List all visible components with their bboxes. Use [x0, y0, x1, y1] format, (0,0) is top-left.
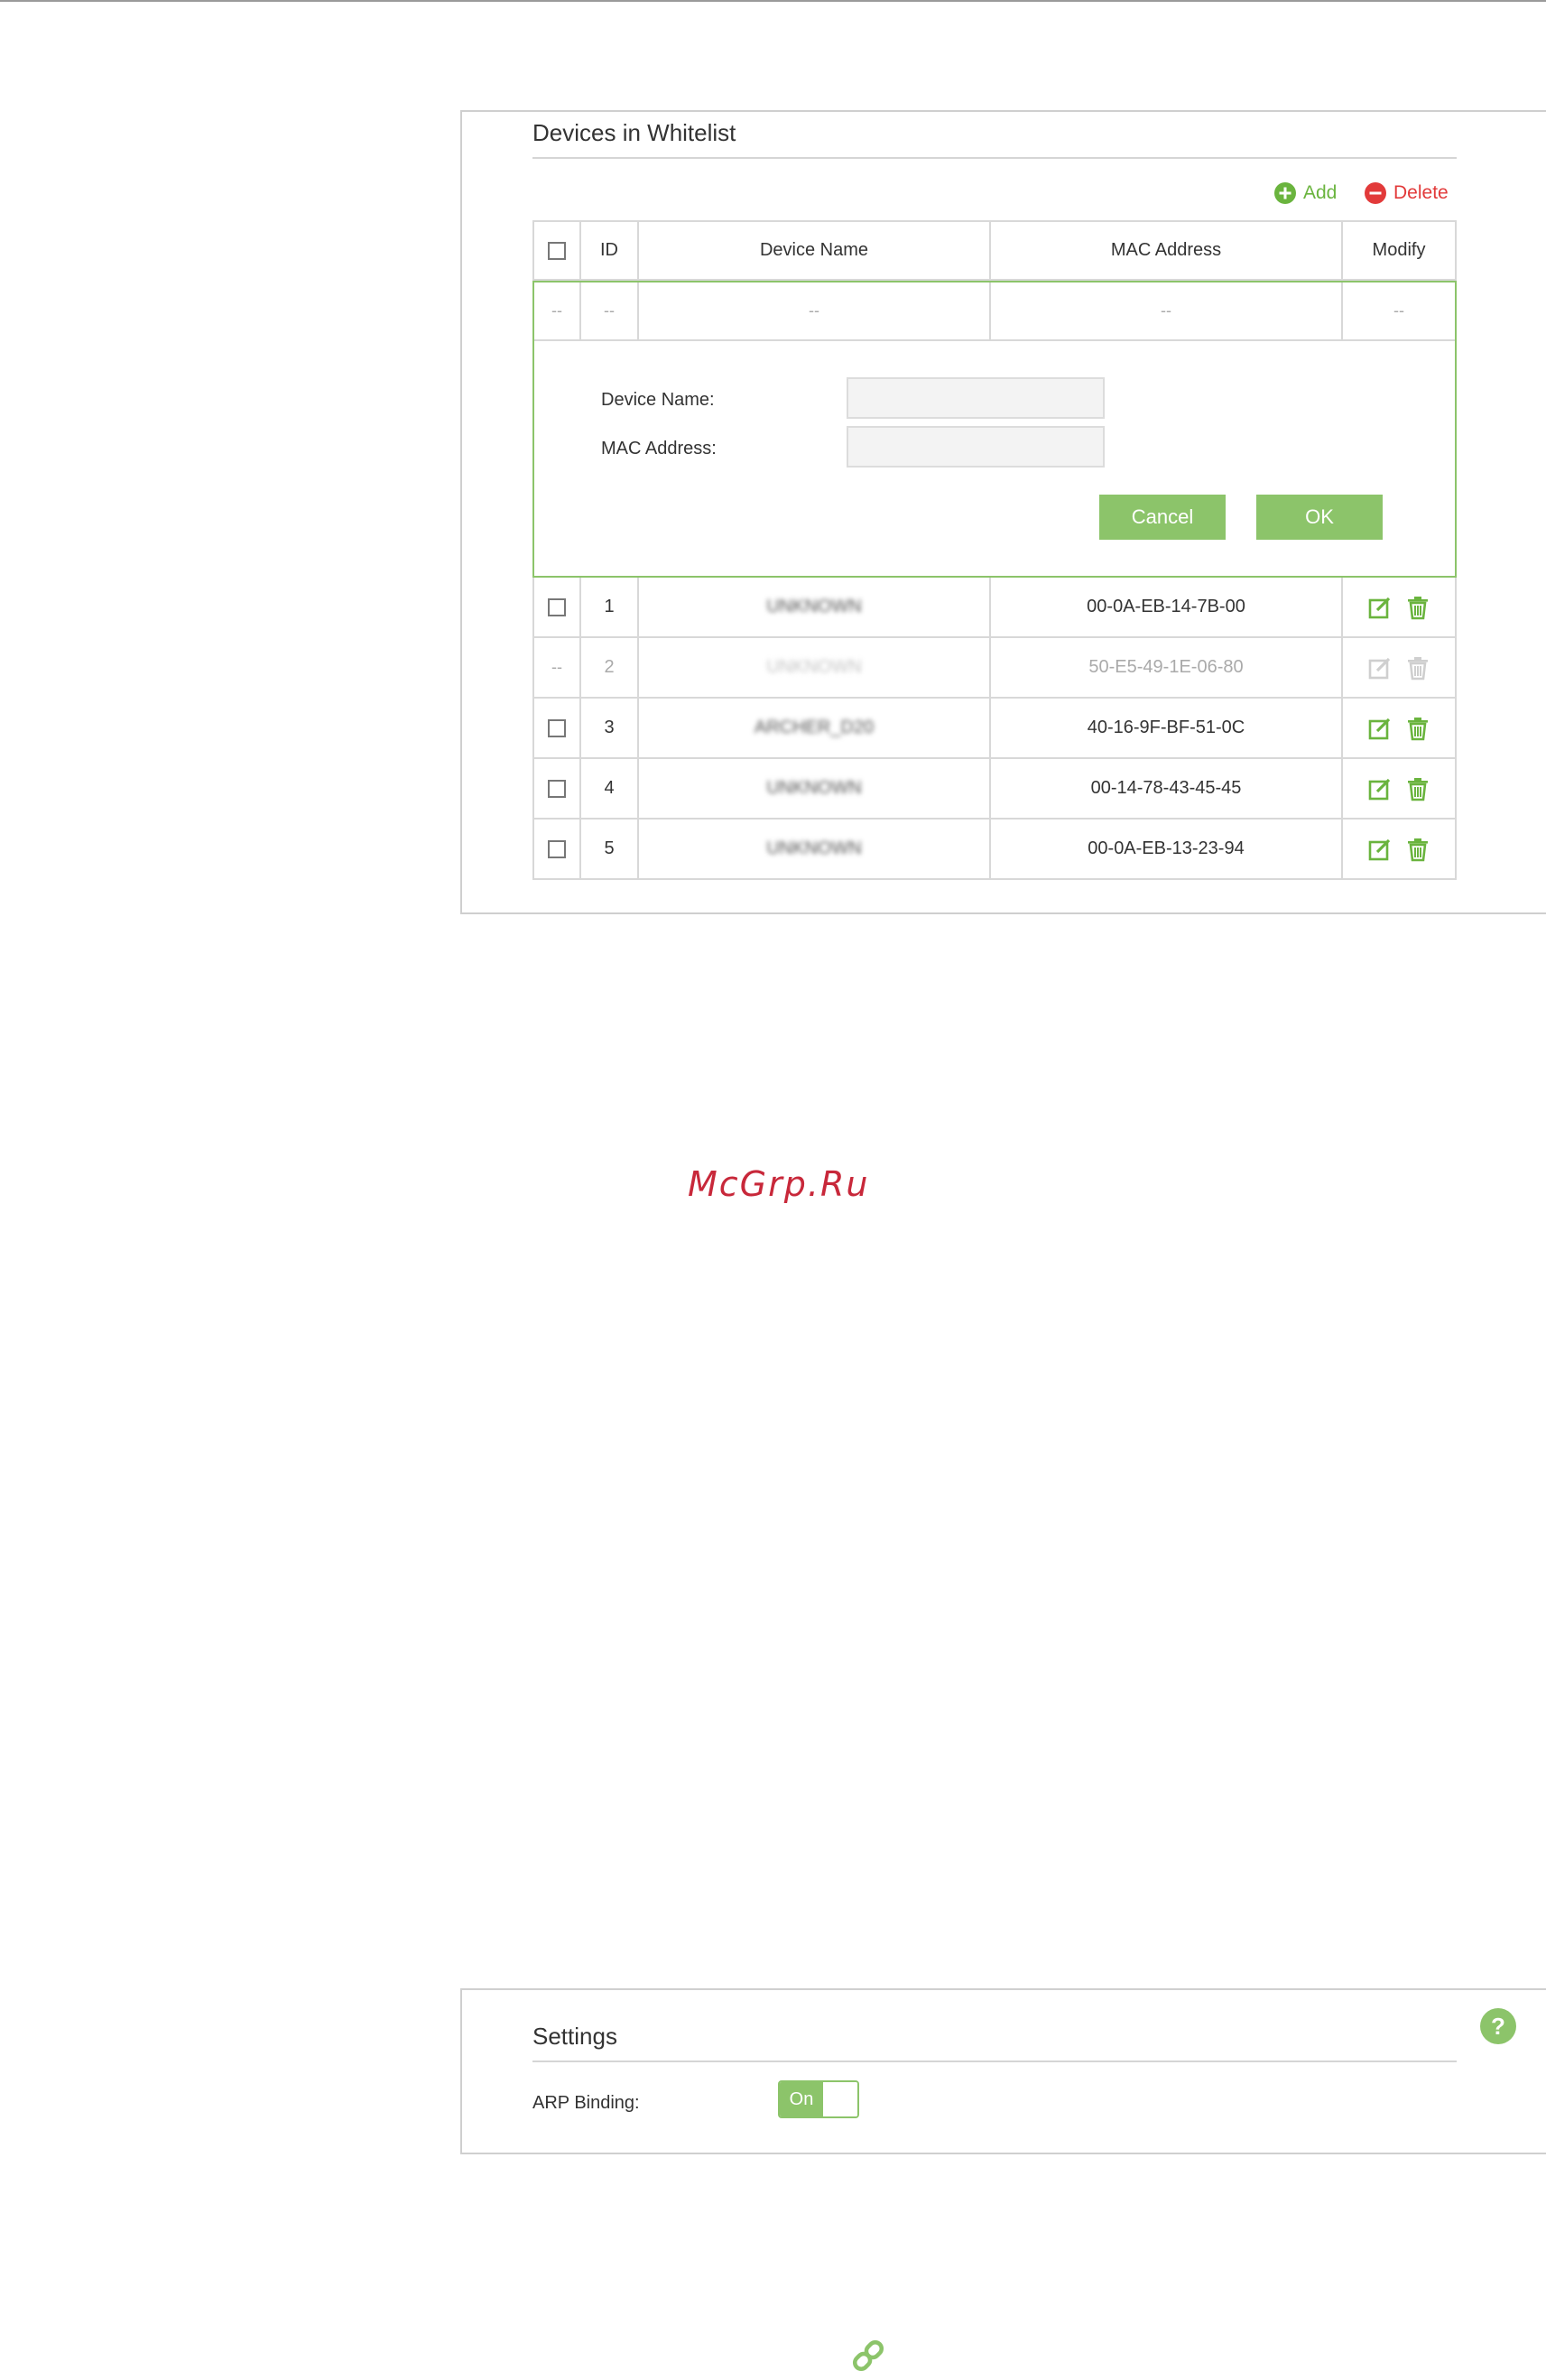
arp-binding-toggle[interactable]: On	[778, 2080, 859, 2118]
question-icon[interactable]: ?	[1480, 2008, 1516, 2044]
device-name-text: UNKNOWN	[766, 778, 862, 798]
plus-circle-icon	[1274, 182, 1296, 204]
row-mac: 00-14-78-43-45-45	[991, 759, 1343, 818]
row-checkbox[interactable]	[548, 597, 566, 616]
edit-icon[interactable]	[1367, 595, 1393, 620]
new-row-id: --	[581, 282, 639, 339]
link-icon[interactable]	[848, 2336, 888, 2375]
row-modify	[1343, 820, 1455, 878]
device-name-text: UNKNOWN	[766, 838, 862, 858]
row-modify	[1343, 638, 1455, 697]
header-device-name: Device Name	[639, 222, 991, 279]
new-row-mac: --	[991, 282, 1343, 339]
row-select-cell	[534, 699, 581, 757]
edit-icon[interactable]	[1367, 837, 1393, 862]
header-id: ID	[581, 222, 639, 279]
row-mac: 50-E5-49-1E-06-80	[991, 638, 1343, 697]
add-entry-section: -- -- -- -- -- Device Name: MAC Address:…	[532, 281, 1457, 578]
edit-icon	[1367, 655, 1393, 681]
header-select-cell	[534, 222, 581, 279]
row-id: 4	[581, 759, 639, 818]
table-row: 3 ARCHER_D20 40-16-9F-BF-51-0C	[532, 699, 1457, 759]
trash-icon[interactable]	[1405, 837, 1430, 862]
row-mac: 40-16-9F-BF-51-0C	[991, 699, 1343, 757]
row-select-cell	[534, 578, 581, 636]
watermark-text: McGrp.Ru	[688, 1164, 870, 1204]
device-name-label: Device Name:	[601, 390, 715, 410]
row-modify	[1343, 759, 1455, 818]
add-button[interactable]: Add	[1274, 182, 1337, 204]
delete-button[interactable]: Delete	[1365, 182, 1449, 204]
title-divider	[532, 157, 1457, 159]
row-checkbox[interactable]	[548, 718, 566, 737]
new-row-name: --	[639, 282, 991, 339]
cancel-button[interactable]: Cancel	[1099, 495, 1226, 540]
trash-icon[interactable]	[1405, 776, 1430, 801]
row-device-name: ARCHER_D20	[639, 699, 991, 757]
row-modify	[1343, 699, 1455, 757]
mac-address-label: MAC Address:	[601, 439, 717, 458]
row-id: 3	[581, 699, 639, 757]
top-rule	[0, 0, 1546, 2]
row-id: 2	[581, 638, 639, 697]
row-checkbox[interactable]	[548, 839, 566, 858]
row-chk-placeholder: --	[534, 638, 581, 697]
toggle-on-label: On	[780, 2082, 823, 2116]
new-entry-row: -- -- -- -- --	[534, 281, 1455, 341]
row-select-cell	[534, 820, 581, 878]
whitelist-panel: Devices in Whitelist Add Delete ID Devic…	[460, 110, 1546, 914]
settings-title: Settings	[532, 2023, 617, 2050]
row-device-name: UNKNOWN	[639, 820, 991, 878]
row-id: 1	[581, 578, 639, 636]
new-row-modify: --	[1393, 301, 1404, 319]
table-row: 1 UNKNOWN 00-0A-EB-14-7B-00	[532, 578, 1457, 638]
toggle-knob	[823, 2082, 857, 2116]
add-label: Add	[1303, 182, 1338, 203]
row-device-name: UNKNOWN	[639, 638, 991, 697]
delete-label: Delete	[1393, 182, 1449, 203]
new-row-chk: --	[534, 282, 581, 339]
row-id: 5	[581, 820, 639, 878]
settings-divider	[532, 2061, 1457, 2062]
table-row: -- 2 UNKNOWN 50-E5-49-1E-06-80	[532, 638, 1457, 699]
table-row: 4 UNKNOWN 00-14-78-43-45-45	[532, 759, 1457, 820]
table-header: ID Device Name MAC Address Modify	[532, 220, 1457, 281]
row-device-name: UNKNOWN	[639, 578, 991, 636]
edit-form: Device Name: MAC Address: Cancel OK	[534, 341, 1455, 576]
header-mac: MAC Address	[991, 222, 1343, 279]
select-all-checkbox[interactable]	[548, 241, 566, 260]
trash-icon[interactable]	[1405, 716, 1430, 741]
device-name-text: UNKNOWN	[766, 657, 862, 677]
edit-icon[interactable]	[1367, 776, 1393, 801]
device-name-text: UNKNOWN	[766, 597, 862, 616]
trash-icon	[1405, 655, 1430, 681]
header-modify: Modify	[1372, 240, 1426, 260]
arp-binding-label: ARP Binding:	[532, 2093, 640, 2113]
settings-panel: Settings ? ARP Binding: On	[460, 1988, 1546, 2154]
mac-address-input[interactable]	[847, 426, 1105, 468]
row-mac: 00-0A-EB-14-7B-00	[991, 578, 1343, 636]
whitelist-table: ID Device Name MAC Address Modify -- -- …	[532, 220, 1457, 880]
device-name-text: ARCHER_D20	[754, 718, 875, 737]
row-modify	[1343, 578, 1455, 636]
device-name-input[interactable]	[847, 377, 1105, 419]
table-row: 5 UNKNOWN 00-0A-EB-13-23-94	[532, 820, 1457, 880]
edit-icon[interactable]	[1367, 716, 1393, 741]
row-checkbox[interactable]	[548, 779, 566, 798]
minus-circle-icon	[1365, 182, 1386, 204]
row-mac: 00-0A-EB-13-23-94	[991, 820, 1343, 878]
trash-icon[interactable]	[1405, 595, 1430, 620]
ok-button[interactable]: OK	[1256, 495, 1383, 540]
whitelist-title: Devices in Whitelist	[532, 119, 736, 146]
row-select-cell	[534, 759, 581, 818]
row-device-name: UNKNOWN	[639, 759, 991, 818]
